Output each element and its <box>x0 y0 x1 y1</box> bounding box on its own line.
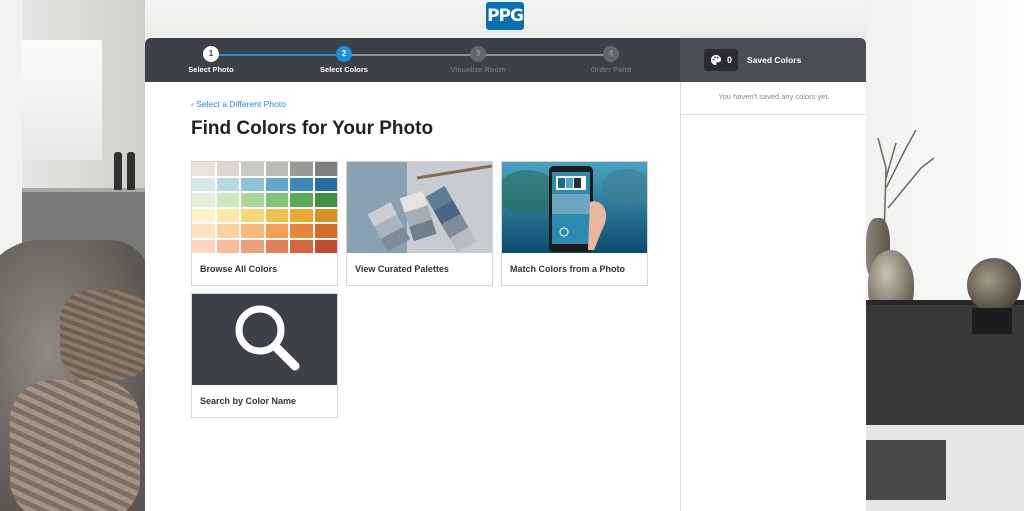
color-swatch <box>265 193 288 207</box>
search-image <box>192 294 337 385</box>
card-match-colors-from-photo[interactable]: Match Colors from a Photo <box>501 161 648 286</box>
phone-photo-image <box>502 162 647 253</box>
page-title: Find Colors for Your Photo <box>191 118 434 139</box>
color-swatch <box>192 239 215 253</box>
color-swatch <box>216 162 239 176</box>
color-swatch <box>265 162 288 176</box>
back-link[interactable]: ‹ Select a Different Photo <box>191 99 286 109</box>
sphere-sculpture <box>967 258 1021 312</box>
palette-icon <box>711 55 721 65</box>
color-swatch <box>314 239 337 253</box>
card-label: Browse All Colors <box>200 264 278 274</box>
color-swatch <box>265 177 288 191</box>
color-swatch <box>241 177 264 191</box>
bottle <box>114 152 122 190</box>
floor-step <box>866 440 946 500</box>
step-label: Order Paint <box>590 65 632 74</box>
color-swatch <box>290 162 313 176</box>
cushion <box>10 380 140 511</box>
step-select-photo[interactable]: 1 Select Photo <box>156 46 266 74</box>
color-swatch <box>265 239 288 253</box>
color-swatch <box>192 193 215 207</box>
color-swatch <box>314 177 337 191</box>
color-swatch <box>216 208 239 222</box>
saved-colors-label: Saved Colors <box>747 55 802 65</box>
empty-saved-message: You haven't saved any colors yet. <box>718 92 830 101</box>
saved-colors-count: 0 <box>727 55 733 65</box>
back-link-label: Select a Different Photo <box>196 99 286 109</box>
color-swatch <box>192 208 215 222</box>
color-swatch <box>216 224 239 238</box>
color-swatch <box>290 177 313 191</box>
step-label: Select Photo <box>188 65 234 74</box>
color-swatch <box>241 224 264 238</box>
color-tool-panel: 1 Select Photo 2 Select Colors 3 Visuali… <box>145 38 866 511</box>
color-swatch <box>290 224 313 238</box>
palette-fan-image <box>347 162 492 253</box>
cushion <box>60 290 150 380</box>
card-browse-all-colors[interactable]: Browse All Colors <box>191 161 338 286</box>
step-label: Visualize Room <box>450 65 506 74</box>
card-label: View Curated Palettes <box>355 264 449 274</box>
progress-stepper: 1 Select Photo 2 Select Colors 3 Visuali… <box>145 38 680 82</box>
color-swatch <box>192 177 215 191</box>
card-label: Match Colors from a Photo <box>510 264 626 274</box>
color-swatch <box>314 224 337 238</box>
step-label: Select Colors <box>320 65 368 74</box>
color-swatch <box>314 193 337 207</box>
step-select-colors[interactable]: 2 Select Colors <box>289 46 399 74</box>
saved-colors-sidebar: You haven't saved any colors yet. <box>680 82 866 511</box>
color-swatch <box>192 162 215 176</box>
color-swatch <box>241 162 264 176</box>
color-swatch <box>314 208 337 222</box>
color-swatch <box>241 193 264 207</box>
main-content: ‹ Select a Different Photo Find Colors f… <box>145 82 680 511</box>
color-swatch <box>290 193 313 207</box>
swatch-grid <box>192 162 337 253</box>
window <box>22 40 102 160</box>
color-swatch <box>241 239 264 253</box>
step-order-paint[interactable]: 4 Order Paint <box>556 46 666 74</box>
color-swatch <box>192 224 215 238</box>
sculpture-base <box>972 308 1012 334</box>
bottle <box>127 152 135 190</box>
ppg-logo[interactable]: PPG <box>486 2 524 30</box>
step-number: 4 <box>603 46 619 62</box>
card-view-curated-palettes[interactable]: View Curated Palettes <box>346 161 493 286</box>
step-number: 1 <box>203 46 219 62</box>
divider <box>681 114 866 115</box>
step-number: 3 <box>470 46 486 62</box>
saved-colors-header[interactable]: 0 Saved Colors <box>680 38 866 82</box>
color-swatch-grid-image <box>192 162 337 253</box>
color-swatch <box>290 239 313 253</box>
color-swatch <box>216 193 239 207</box>
color-swatch <box>265 224 288 238</box>
color-swatch <box>265 208 288 222</box>
color-swatch <box>290 208 313 222</box>
step-number: 2 <box>336 46 352 62</box>
color-swatch <box>314 162 337 176</box>
search-icon <box>235 305 300 371</box>
color-swatch <box>241 208 264 222</box>
step-visualize-room[interactable]: 3 Visualize Room <box>423 46 533 74</box>
card-search-by-color-name[interactable]: Search by Color Name <box>191 293 338 418</box>
color-swatch <box>216 239 239 253</box>
saved-colors-badge: 0 <box>704 49 739 71</box>
color-swatch <box>216 177 239 191</box>
card-label: Search by Color Name <box>200 396 297 406</box>
